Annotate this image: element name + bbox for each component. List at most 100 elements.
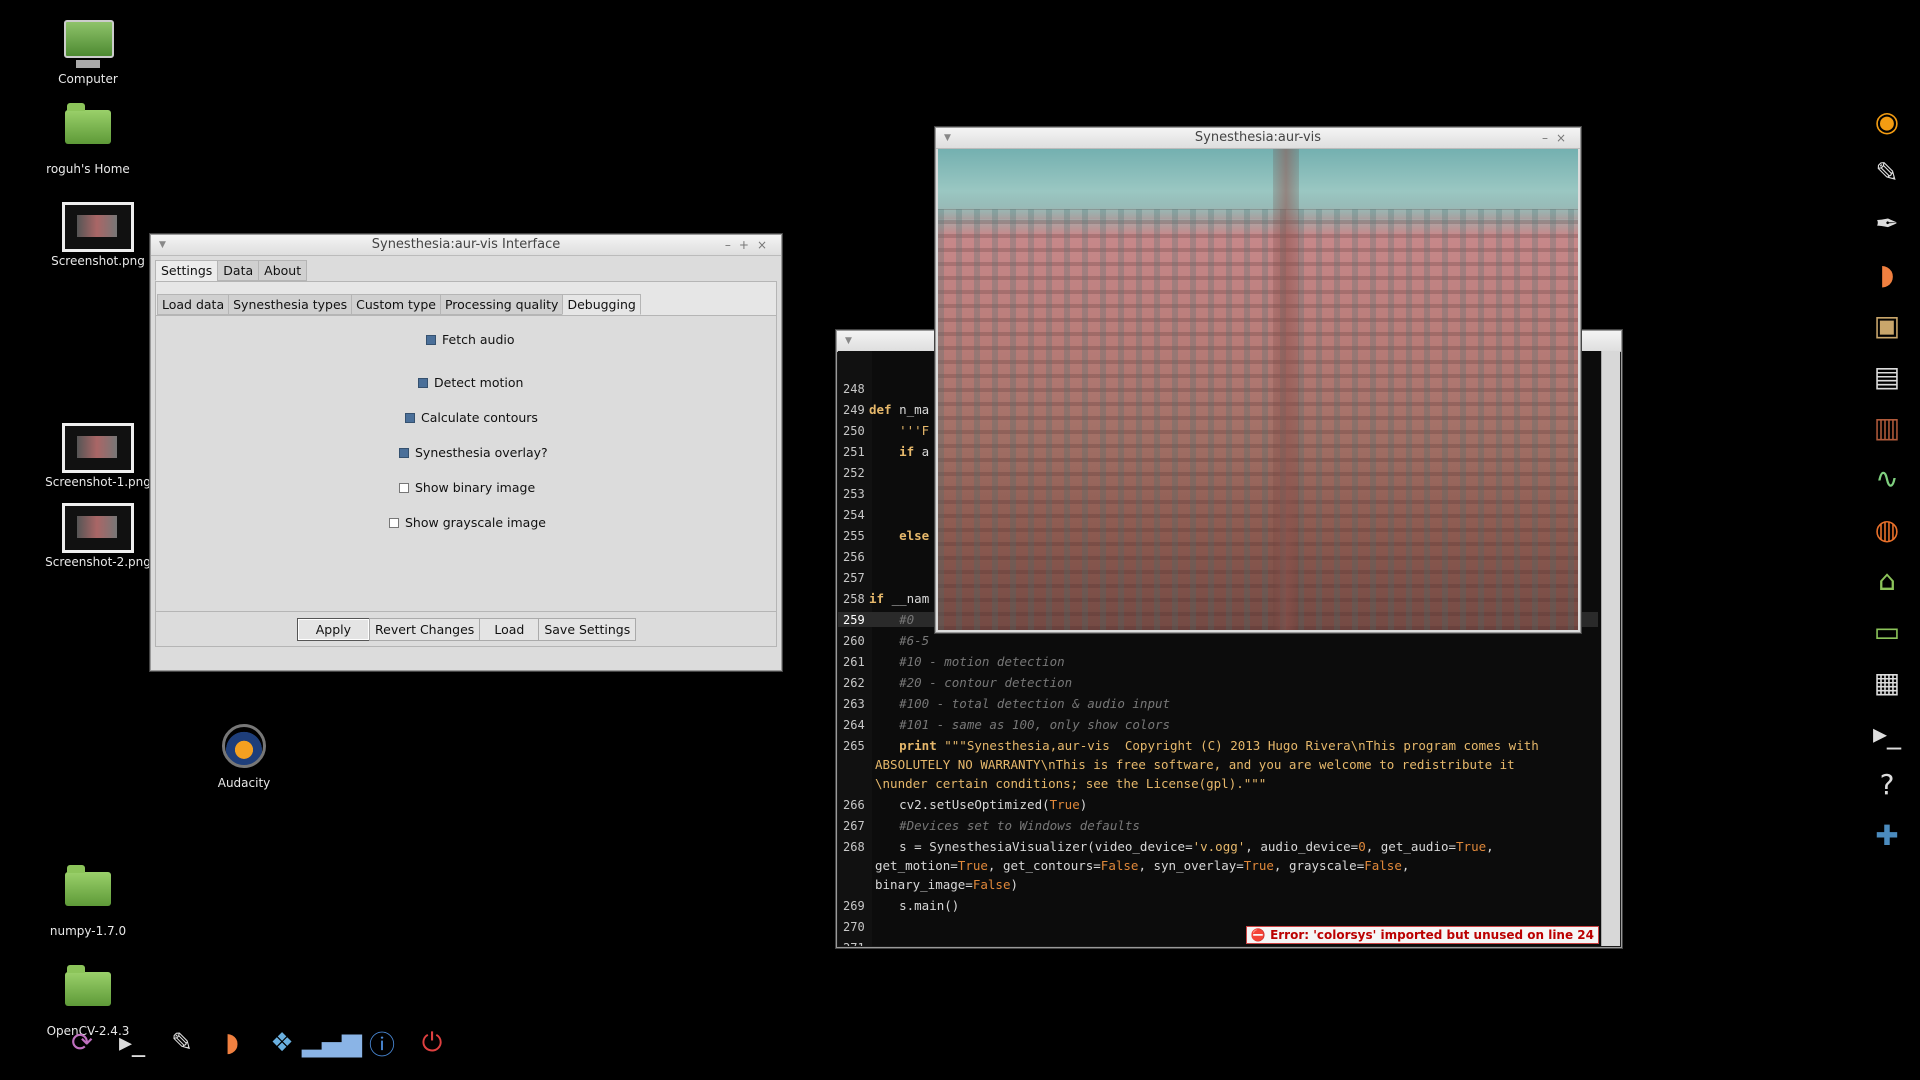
button-bar: Apply Revert Changes Load Save Settings <box>156 611 776 646</box>
code-line-wrap: \nunder certain conditions; see the Lice… <box>875 776 1267 791</box>
terminal-icon[interactable]: ▸_ <box>1865 712 1909 754</box>
python-icon[interactable]: ✚ <box>1865 814 1909 856</box>
window-controls[interactable]: –+× <box>725 235 775 255</box>
orange-slice-icon[interactable]: ◗ <box>210 1022 254 1064</box>
checkbox[interactable] <box>399 447 409 458</box>
option-show-grayscale-image[interactable]: Show grayscale image <box>389 515 546 530</box>
option-synesthesia-overlay[interactable]: Synesthesia overlay? <box>399 445 548 460</box>
code-line: 271 <box>838 940 869 946</box>
desktop-icon-screenshot[interactable]: Screenshot.png <box>43 202 153 268</box>
info-icon[interactable]: ⓘ <box>360 1022 404 1064</box>
desktop-icon-computer[interactable]: Computer <box>33 20 143 86</box>
code-line-wrap: ABSOLUTELY NO WARRANTY\nThis is free sof… <box>875 757 1515 772</box>
bottom-dock: ⟳ ▸_ ✎ ◗ ❖ ▂▄▆ ⓘ ⏻ <box>60 1022 454 1064</box>
window-controls[interactable]: –× <box>1542 128 1574 148</box>
option-detect-motion[interactable]: Detect motion <box>418 375 523 390</box>
gimp-icon[interactable]: ✎ <box>1865 151 1909 193</box>
code-line: 261 #10 - motion detection <box>843 654 1065 669</box>
audio-player-icon[interactable]: ◉ <box>1865 100 1909 142</box>
window-menu-icon[interactable]: ▼ <box>944 128 951 148</box>
code-line: 265 print """Synesthesia,aur-vis Copyrig… <box>843 738 1539 753</box>
revert-changes-button[interactable]: Revert Changes <box>369 617 481 641</box>
code-line: 270 <box>843 920 865 934</box>
code-line: 262 #20 - contour detection <box>843 675 1073 690</box>
spreadsheet-icon[interactable]: ▦ <box>1865 661 1909 703</box>
desktop-icon-home[interactable]: roguh's Home <box>33 100 143 176</box>
audacity-icon <box>220 724 268 772</box>
code-line: 267 #Devices set to Windows defaults <box>843 818 1140 833</box>
editor-scrollbar[interactable] <box>1601 351 1620 946</box>
subtab-synesthesia-types[interactable]: Synesthesia types <box>228 294 353 315</box>
load-button[interactable]: Load <box>479 617 540 641</box>
video-window: ▼ Synesthesia:aur-vis –× <box>935 127 1581 633</box>
subtab-processing-quality[interactable]: Processing quality <box>439 294 564 315</box>
orange-slice-icon[interactable]: ◗ <box>1865 253 1909 295</box>
option-fetch-audio[interactable]: Fetch audio <box>426 332 515 347</box>
document-icon[interactable]: ▤ <box>1865 355 1909 397</box>
checkbox[interactable] <box>405 412 415 423</box>
code-line: 253 <box>843 487 865 501</box>
system-monitor-icon[interactable]: ∿ <box>1865 457 1909 499</box>
signal-bars-icon[interactable]: ▂▄▆ <box>302 1022 362 1064</box>
save-settings-button[interactable]: Save Settings <box>538 617 637 641</box>
interface-window: ▼ Synesthesia:aur-vis Interface –+× Sett… <box>150 234 782 671</box>
firefox-icon[interactable]: ◍ <box>1865 508 1909 550</box>
interface-titlebar[interactable]: ▼ Synesthesia:aur-vis Interface –+× <box>151 235 781 256</box>
checkbox[interactable] <box>426 334 436 345</box>
checkbox[interactable] <box>399 482 409 493</box>
code-line-wrap: binary_image=False) <box>875 877 1019 892</box>
power-icon[interactable]: ⏻ <box>410 1022 454 1064</box>
computer-icon <box>64 20 114 68</box>
help-icon[interactable]: ? <box>1865 763 1909 805</box>
terminal-icon[interactable]: ▸_ <box>110 1022 154 1064</box>
image-file-icon <box>62 423 134 473</box>
option-show-binary-image[interactable]: Show binary image <box>399 480 535 495</box>
subtab-load-data[interactable]: Load data <box>157 294 230 315</box>
home-folder-icon[interactable]: ⌂ <box>1865 559 1909 601</box>
code-line: 268 s = SynesthesiaVisualizer(video_devi… <box>843 839 1494 854</box>
archive-icon[interactable]: ▣ <box>1865 304 1909 346</box>
window-menu-icon[interactable]: ▼ <box>159 235 166 255</box>
settings-panel: Load data Synesthesia types Custom type … <box>155 281 777 647</box>
video-window-title: Synesthesia:aur-vis <box>1194 130 1322 145</box>
error-icon: ⛔ <box>1250 928 1266 942</box>
error-banner: ⛔ Error: 'colorsys' imported but unused … <box>1245 926 1599 944</box>
subtab-debugging[interactable]: Debugging <box>562 294 641 315</box>
code-line: 252 <box>843 466 865 480</box>
checkbox[interactable] <box>418 377 428 388</box>
code-line: 257 <box>843 571 865 585</box>
tab-about[interactable]: About <box>258 260 308 281</box>
code-line: 254 <box>843 508 865 522</box>
image-file-icon <box>62 202 134 252</box>
main-tabs: Settings Data About <box>151 256 781 281</box>
settings-subtabs: Load data Synesthesia types Custom type … <box>156 282 776 315</box>
dropbox-icon[interactable]: ❖ <box>260 1022 304 1064</box>
inkscape-icon[interactable]: ✒ <box>1865 202 1909 244</box>
code-line: 255 else <box>843 528 930 543</box>
option-calculate-contours[interactable]: Calculate contours <box>405 410 538 425</box>
desktop-icon-screenshot-1[interactable]: Screenshot-1.png <box>43 423 153 489</box>
tab-data[interactable]: Data <box>217 260 260 281</box>
code-line: 250 '''F <box>843 423 930 438</box>
text-editor-icon[interactable]: ✎ <box>160 1022 204 1064</box>
code-line: 264 #101 - same as 100, only show colors <box>843 717 1171 732</box>
right-dock: ◉ ✎ ✒ ◗ ▣ ▤ ▥ ∿ ◍ ⌂ ▭ ▦ ▸_ ? ✚ <box>1862 100 1912 856</box>
subtab-custom-type[interactable]: Custom type <box>351 294 441 315</box>
folder-icon <box>64 865 112 920</box>
books-icon[interactable]: ▥ <box>1865 406 1909 448</box>
code-line: 263 #100 - total detection & audio input <box>843 696 1171 711</box>
checkbox[interactable] <box>389 517 399 528</box>
window-menu-icon[interactable]: ▼ <box>845 331 852 351</box>
desktop-icon-audacity[interactable]: Audacity <box>189 724 299 790</box>
tab-settings[interactable]: Settings <box>155 260 219 281</box>
apply-button[interactable]: Apply <box>296 617 371 641</box>
update-icon[interactable]: ⟳ <box>60 1022 104 1064</box>
desktop-icon-numpy[interactable]: numpy-1.7.0 <box>33 862 143 938</box>
video-titlebar[interactable]: ▼ Synesthesia:aur-vis –× <box>936 128 1580 149</box>
folder-icon[interactable]: ▭ <box>1865 610 1909 652</box>
code-line: 248 <box>843 382 865 396</box>
video-frame <box>938 149 1578 630</box>
interface-window-title: Synesthesia:aur-vis Interface <box>371 237 561 252</box>
desktop-icon-screenshot-2[interactable]: Screenshot-2.png <box>43 503 153 569</box>
home-folder-icon <box>64 103 112 158</box>
